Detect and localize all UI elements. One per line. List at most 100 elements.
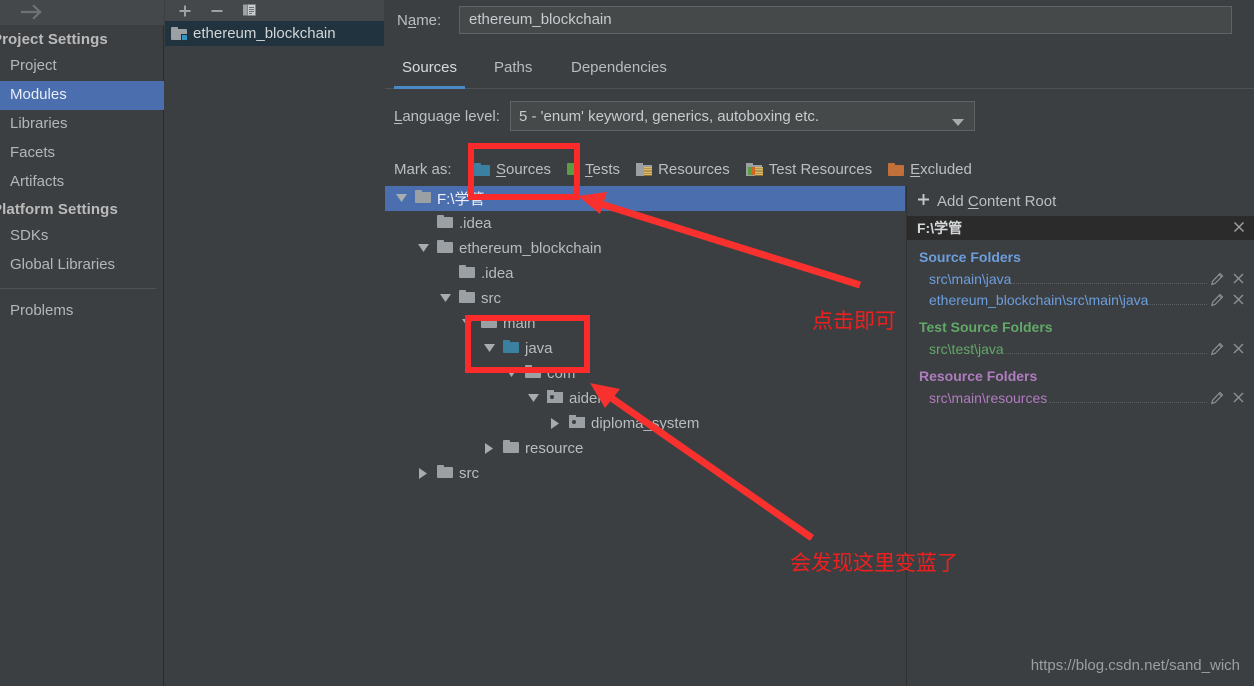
sidebar-item-libraries[interactable]: Libraries [0,110,164,139]
mark-as-resources-button[interactable]: Resources [628,159,738,180]
sidebar-group-project-settings: Project Settings [0,31,108,48]
tree-twisty-down-icon[interactable] [437,291,453,307]
sidebar-item-problems[interactable]: Problems [0,297,164,326]
dotted-leader [1005,341,1207,354]
content-roots-panel: Add Content Root F:\学管 Source Folders src… [906,186,1254,686]
folder-icon [437,215,453,232]
tree-node[interactable]: resource [385,436,905,461]
package-icon [569,415,585,432]
tree-node[interactable]: ethereum_blockchain [385,236,905,261]
mark-as-label: Mark as: [394,160,452,178]
mark-as-row: Mark as: Sources Tests Resources Test Re… [385,155,1254,183]
tree-node[interactable]: .idea [385,211,905,236]
chevron-down-icon [952,114,964,131]
mark-as-sources-button[interactable]: Sources [466,159,559,180]
tree-twisty-none-icon[interactable] [415,216,431,232]
folder-icon [437,465,453,482]
package-icon [547,390,563,407]
tree-twisty-right-icon[interactable] [547,416,563,432]
module-name-input[interactable]: ethereum_blockchain [459,6,1232,34]
tree-node[interactable]: .idea [385,261,905,286]
tree-node-label: .idea [481,265,514,282]
mark-as-tests-button[interactable]: Tests [559,159,628,180]
tree-node[interactable]: src [385,286,905,311]
tree-node-label: ethereum_blockchain [459,240,602,257]
tree-twisty-down-icon[interactable] [481,341,497,357]
language-level-label: Language level: [394,107,500,125]
pencil-icon[interactable] [1210,272,1224,286]
arrow-right-icon[interactable] [14,3,48,21]
folder-icon [525,365,541,382]
language-level-value: 5 - 'enum' keyword, generics, autoboxing… [519,107,820,125]
dotted-leader [1049,390,1207,403]
module-list-toolbar [165,0,384,21]
tree-node-label: main [503,315,536,332]
module-list-item[interactable]: ethereum_blockchain [165,21,384,46]
tree-node[interactable]: main [385,311,905,336]
mark-as-tests-label: Tests [585,160,621,178]
tree-node-label: java [525,340,553,357]
close-icon[interactable] [1232,342,1246,356]
tab-sources[interactable]: Sources [394,52,466,89]
close-icon[interactable] [1233,220,1245,236]
tree-node[interactable]: com [385,361,905,386]
tree-twisty-down-icon[interactable] [503,366,519,382]
tab-paths[interactable]: Paths [486,52,540,89]
plus-icon [917,193,930,210]
sidebar-item-facets[interactable]: Facets [0,139,164,168]
copy-module-icon[interactable] [241,3,257,19]
tree-node[interactable]: F:\学管 [385,186,905,211]
folder-row[interactable]: ethereum_blockchain\src\main\java [907,289,1254,310]
add-content-root-button[interactable]: Add Content Root [907,186,1254,216]
folder-path-label: src\main\java [929,270,1012,287]
content-tree[interactable]: F:\学管 .idea ethereum_blockchain .idea src mai… [385,186,905,686]
folders-section-title: Resource Folders [919,368,1038,384]
minus-icon[interactable] [209,3,225,19]
tab-dependencies[interactable]: Dependencies [563,52,675,89]
sidebar-item-modules[interactable]: Modules [0,81,164,110]
tree-node[interactable]: aiden [385,386,905,411]
tree-node[interactable]: java [385,336,905,361]
language-level-select[interactable]: 5 - 'enum' keyword, generics, autoboxing… [510,101,975,131]
add-content-root-label: Add Content Root [937,192,1057,210]
folders-section-title: Test Source Folders [919,319,1053,335]
tree-twisty-right-icon[interactable] [415,466,431,482]
pencil-icon[interactable] [1210,391,1224,405]
tree-twisty-down-icon[interactable] [393,191,409,207]
name-label: Name: [397,11,442,29]
tree-twisty-down-icon[interactable] [415,241,431,257]
close-icon[interactable] [1232,272,1246,286]
settings-sidebar: Project Settings Project Modules Librari… [0,0,164,686]
tree-node[interactable]: diploma_system [385,411,905,436]
close-icon[interactable] [1232,391,1246,405]
sidebar-item-global-libraries[interactable]: Global Libraries [0,251,164,280]
tree-node-label: .idea [459,215,492,232]
tree-node-label: F:\学管 [437,191,485,208]
pencil-icon[interactable] [1210,293,1224,307]
sidebar-group-platform-settings: Platform Settings [0,201,118,218]
tree-node-label: resource [525,440,584,457]
plus-icon[interactable] [177,3,193,19]
tree-twisty-none-icon[interactable] [437,266,453,282]
folder-row[interactable]: src\main\java [907,268,1254,289]
tree-node-label: aiden [569,390,606,407]
tree-node-label: diploma_system [591,415,700,432]
sidebar-item-project[interactable]: Project [0,52,164,81]
tree-node-label: src [459,465,479,482]
tree-twisty-down-icon[interactable] [459,316,475,332]
folder-row[interactable]: src\main\resources [907,387,1254,408]
sidebar-divider [0,288,156,289]
close-icon[interactable] [1232,293,1246,307]
folder-row[interactable]: src\test\java [907,338,1254,359]
tree-twisty-down-icon[interactable] [525,391,541,407]
mark-as-excluded-button[interactable]: Excluded [880,159,980,180]
mark-as-test-resources-button[interactable]: Test Resources [738,159,880,180]
project-structure-dialog: Project Settings Project Modules Librari… [0,0,1254,686]
watermark-url: https://blog.csdn.net/sand_wich [1030,657,1240,674]
tree-twisty-right-icon[interactable] [481,441,497,457]
folder-icon [503,440,519,457]
pencil-icon[interactable] [1210,342,1224,356]
sidebar-item-sdks[interactable]: SDKs [0,222,164,251]
tree-node[interactable]: src [385,461,905,486]
sidebar-item-artifacts[interactable]: Artifacts [0,168,164,197]
